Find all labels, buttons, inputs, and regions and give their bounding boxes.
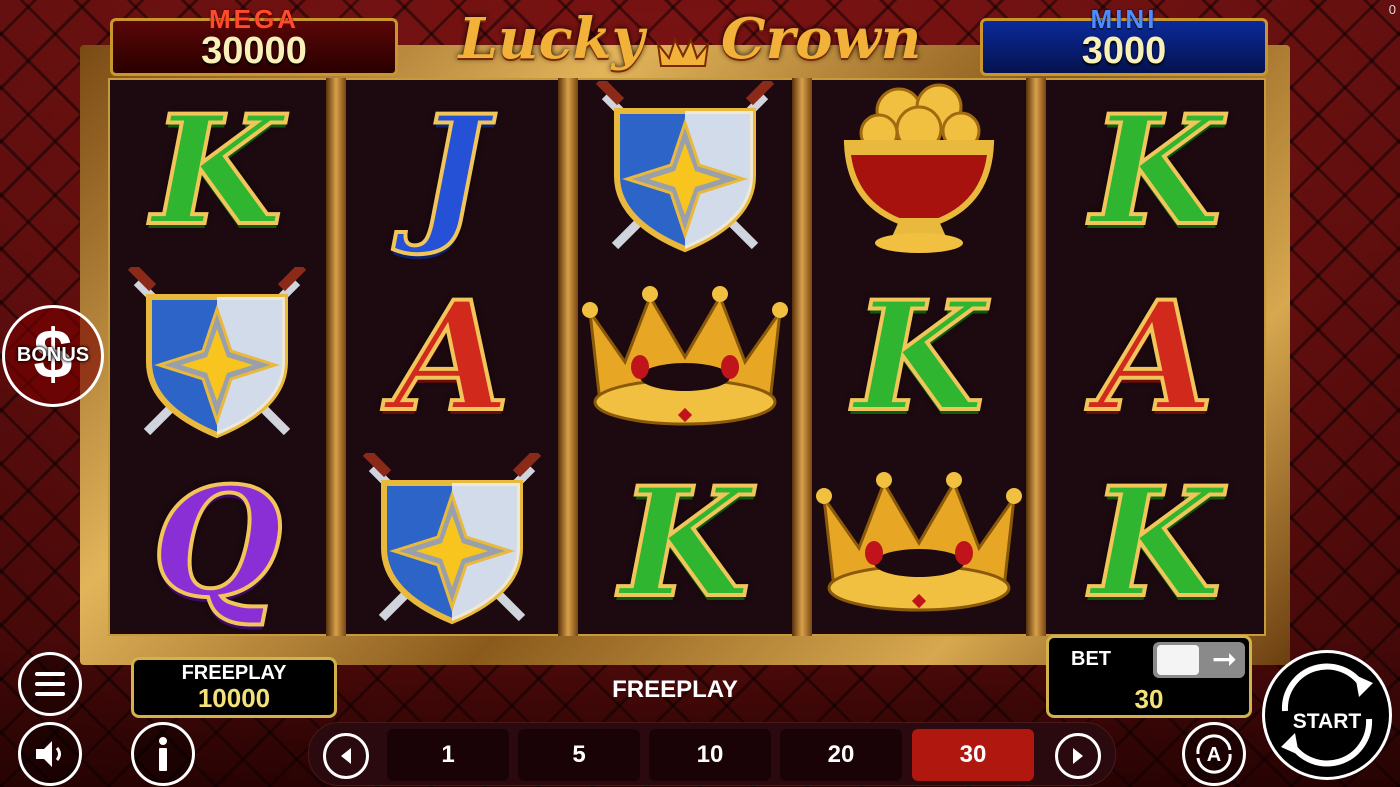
game-logo: Lucky Crown xyxy=(455,4,925,76)
symbol-a: A xyxy=(1096,269,1216,445)
symbol-pot-of-gold xyxy=(812,78,1026,264)
bet-toggle[interactable]: ➞ xyxy=(1153,642,1245,678)
symbol-k: K xyxy=(852,269,986,445)
freeplay-balance-value: 10000 xyxy=(197,683,271,713)
freeplay-balance-panel: FREEPLAY 10000 xyxy=(131,657,337,718)
logo-word-1: Lucky xyxy=(458,6,645,72)
bet-panel: BET ➞ 30 xyxy=(1046,635,1252,718)
bet-option-20[interactable]: 20 xyxy=(780,729,902,781)
bet-option-1[interactable]: 1 xyxy=(387,729,509,781)
mini-jackpot: MINI 3000 xyxy=(980,5,1268,76)
symbol-q: Q xyxy=(150,455,285,631)
crown-icon xyxy=(582,286,788,426)
shield-swords-icon xyxy=(127,267,307,439)
bet-option-5[interactable]: 5 xyxy=(518,729,640,781)
toggle-knob xyxy=(1157,645,1199,675)
crown-icon xyxy=(816,472,1022,612)
reel-divider xyxy=(1026,78,1046,636)
symbol-shield xyxy=(108,264,326,450)
bonus-label: BONUS xyxy=(16,344,90,366)
mini-jackpot-label: MINI xyxy=(1090,4,1158,34)
reel-divider xyxy=(792,78,812,636)
symbol-k: K xyxy=(1089,455,1223,631)
arrow-left-icon xyxy=(341,748,351,764)
mini-jackpot-value: 3000 xyxy=(1081,30,1167,72)
symbol-k: K xyxy=(150,83,284,259)
reel-area: K Q J A K K K A K xyxy=(108,78,1266,636)
symbol-j: J xyxy=(415,83,490,259)
bet-option-10[interactable]: 10 xyxy=(649,729,771,781)
arrow-right-icon xyxy=(1073,748,1083,764)
shield-swords-icon xyxy=(362,453,542,625)
logo-word-2: Crown xyxy=(721,6,922,72)
mega-jackpot-value: 30000 xyxy=(201,30,307,72)
bet-prev-button[interactable] xyxy=(323,733,369,779)
symbol-crown xyxy=(578,264,792,450)
symbol-a: A xyxy=(392,269,512,445)
symbol-shield xyxy=(578,78,792,264)
speaker-icon xyxy=(36,741,61,767)
symbol-crown xyxy=(812,450,1026,636)
reel-divider xyxy=(326,78,346,636)
shield-swords-icon xyxy=(595,81,775,253)
autoplay-button[interactable]: A xyxy=(1182,722,1246,786)
mega-jackpot-label: MEGA xyxy=(209,4,299,34)
arrow-right-icon: ➞ xyxy=(1211,643,1237,676)
start-label: START xyxy=(1292,710,1362,733)
autoplay-label: A xyxy=(1207,744,1221,766)
info-icon xyxy=(159,737,167,771)
menu-button[interactable] xyxy=(18,652,82,716)
reel-divider xyxy=(558,78,578,636)
corner-counter: 0 xyxy=(1388,2,1396,17)
info-button[interactable] xyxy=(131,722,195,786)
bet-selector: 1 5 10 20 30 xyxy=(308,722,1116,786)
bet-option-30[interactable]: 30 xyxy=(912,729,1034,781)
hamburger-icon xyxy=(35,672,65,696)
bet-next-button[interactable] xyxy=(1055,733,1101,779)
mega-jackpot: MEGA 30000 xyxy=(110,5,398,76)
symbol-k: K xyxy=(1089,83,1223,259)
logo-crown-icon xyxy=(656,37,710,67)
pot-of-gold-icon xyxy=(843,83,995,253)
start-button[interactable]: START xyxy=(1262,650,1392,780)
symbol-shield xyxy=(346,450,558,636)
sound-button[interactable] xyxy=(18,722,82,786)
status-text: FREEPLAY xyxy=(612,676,738,703)
bet-label: BET xyxy=(1071,648,1111,670)
bet-value: 30 xyxy=(1134,684,1164,714)
bonus-button[interactable]: $ BONUS xyxy=(2,305,104,407)
freeplay-balance-label: FREEPLAY xyxy=(181,662,287,684)
symbol-k: K xyxy=(618,455,752,631)
autoplay-icon: A xyxy=(1196,734,1232,774)
